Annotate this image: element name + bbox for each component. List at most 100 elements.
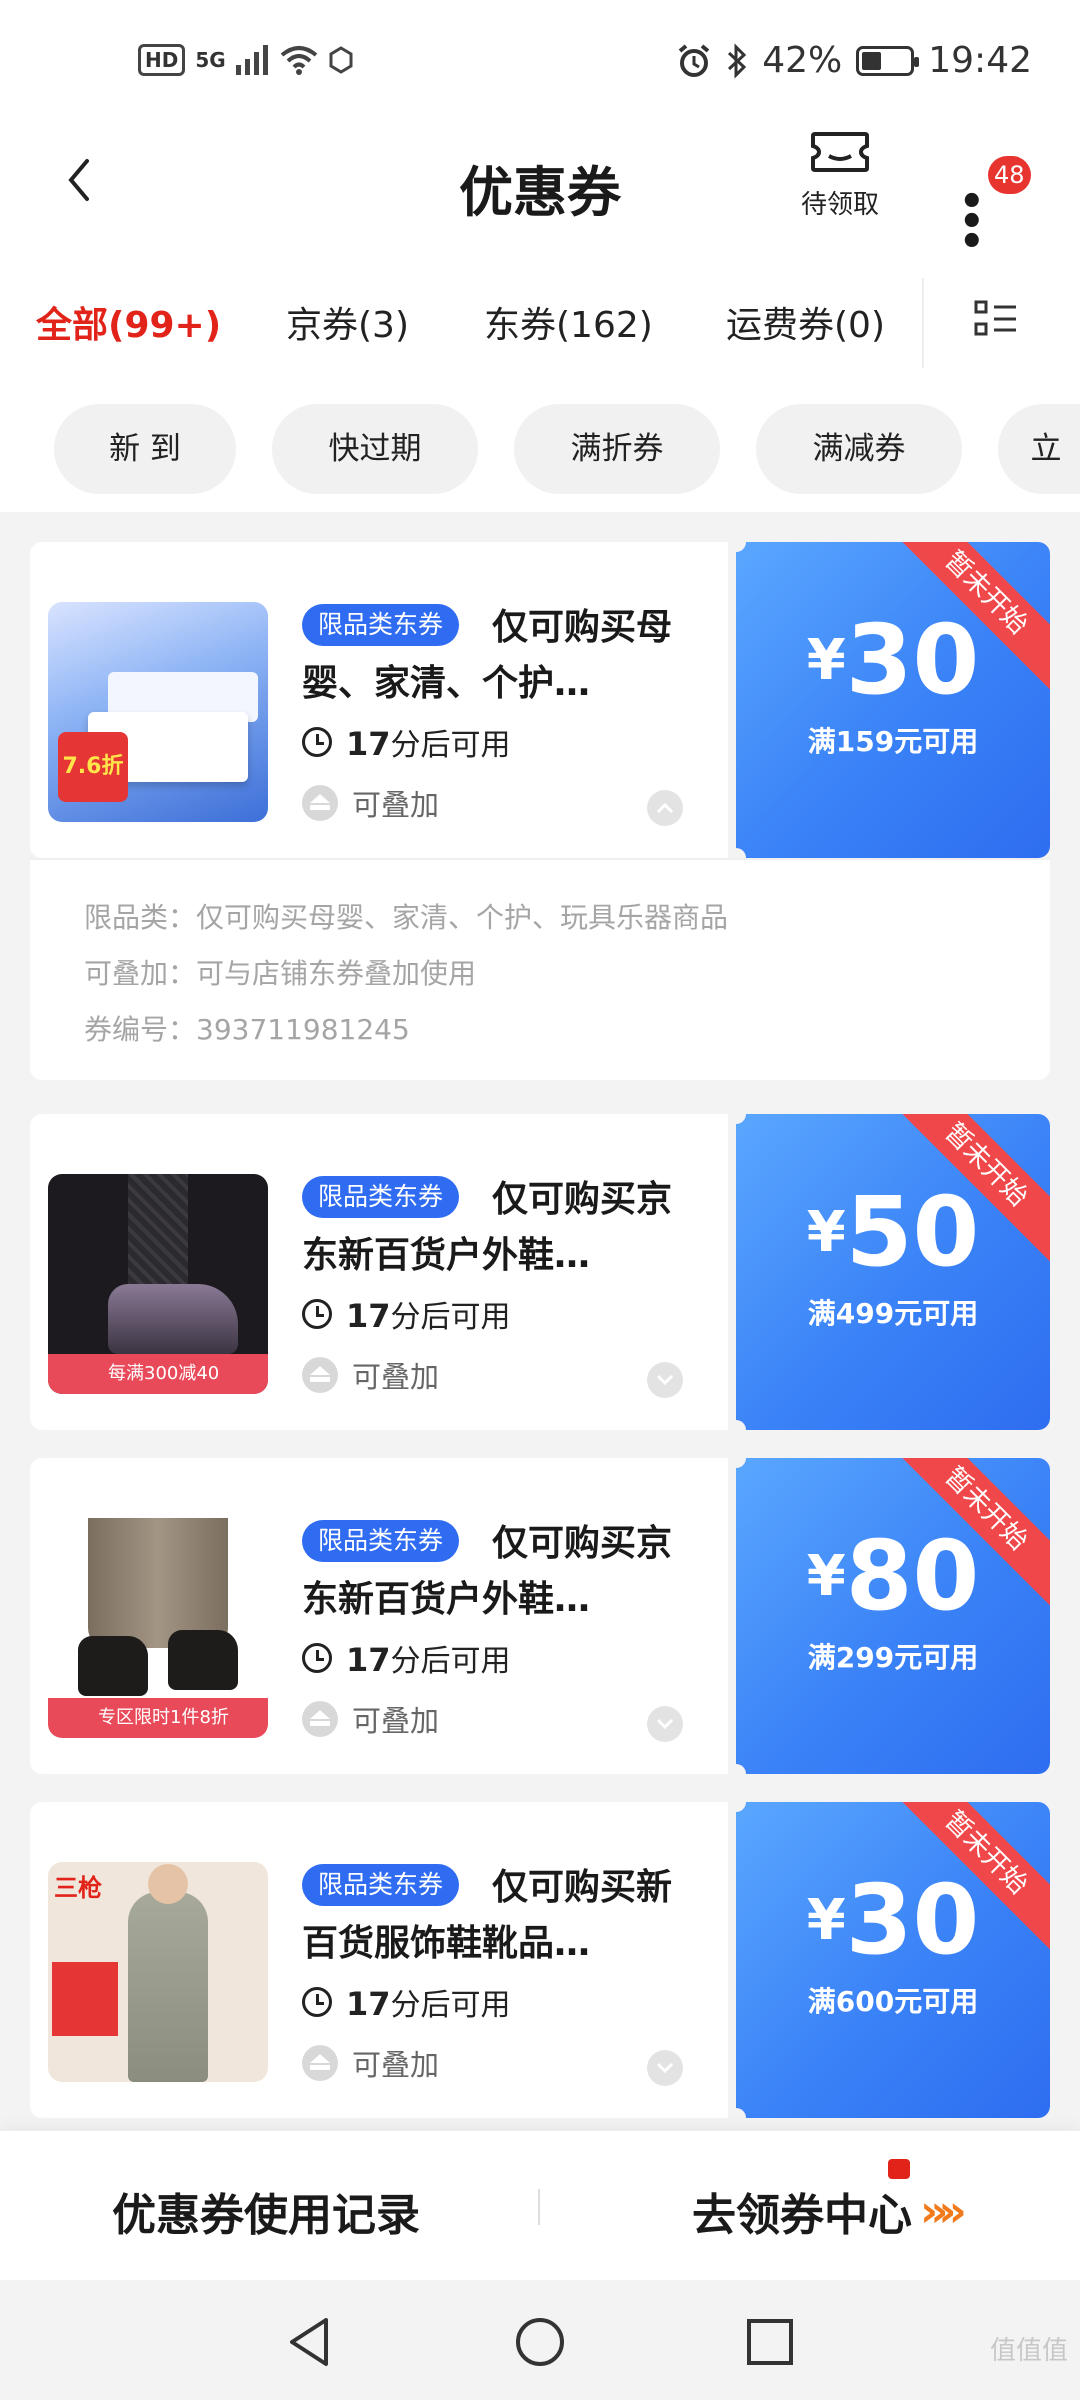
- currency-symbol: ¥: [806, 1200, 846, 1265]
- nav-header: 优惠券 待领取 • • • 48: [0, 120, 1080, 262]
- coupon-card[interactable]: 三枪 仅可购买新百货服饰鞋靴品… 限品类东券 17分后可用 可叠加 暂未开始 ¥…: [30, 1802, 1050, 2118]
- expand-button[interactable]: [647, 1706, 683, 1742]
- coupon-info: 专区限时1件8折 仅可购买京东新百货户外鞋… 限品类东券 17分后可用 可叠加: [30, 1458, 728, 1774]
- stackable-label: 可叠加: [352, 1704, 440, 1738]
- bluetooth-icon: [728, 42, 747, 79]
- product-thumbnail: 每满300减40: [48, 1174, 268, 1394]
- tab-shipping-coupon[interactable]: 运费券(0): [726, 296, 885, 348]
- chip-reduction[interactable]: 满减券: [756, 404, 962, 494]
- bottom-divider: [538, 2189, 540, 2225]
- time-suffix: 分后可用: [390, 1644, 511, 1679]
- clock-icon: [302, 1643, 332, 1673]
- stack-icon: [302, 1701, 338, 1737]
- clock-icon: [302, 727, 332, 757]
- expand-button[interactable]: [647, 1362, 683, 1398]
- chip-new[interactable]: 新 到: [54, 404, 236, 494]
- tab-divider: [922, 278, 924, 368]
- nav-back-icon[interactable]: [282, 2314, 338, 2370]
- usage-history-button[interactable]: 优惠券使用记录: [112, 2179, 420, 2243]
- thumb-promo-label: 专区限时1件8折: [98, 1707, 229, 1728]
- coupon-tabs: 全部(99+) 京券(3) 东券(162) 运费券(0): [0, 250, 1080, 390]
- coupon-condition: 满600元可用: [807, 1985, 979, 2018]
- coupon-amount: ¥30: [736, 1864, 1050, 1976]
- stackable-info: 可叠加: [302, 782, 439, 824]
- time-number: 17: [346, 1985, 391, 2023]
- detail-stackable: 可叠加：可与店铺东券叠加使用: [84, 957, 477, 990]
- battery-fill: [862, 51, 882, 70]
- coupon-center-button[interactable]: 去领券中心 »»: [692, 2179, 967, 2243]
- chevron-down-icon: [656, 1718, 674, 1730]
- detail-coupon-id: 券编号：393711981245: [84, 1013, 410, 1046]
- coupon-value[interactable]: 暂未开始 ¥30 满159元可用: [736, 542, 1050, 858]
- ticket-icon: [811, 132, 869, 172]
- status-right: 42% 19:42: [676, 40, 1032, 81]
- coupon-main: 7.6折 仅可购买母婴、家清、个护… 限品类东券 17分后可用 可叠加 暂未开始…: [30, 542, 1050, 858]
- time-suffix: 分后可用: [390, 1300, 511, 1335]
- coupon-value[interactable]: 暂未开始 ¥80 满299元可用: [736, 1458, 1050, 1774]
- product-model-head: [148, 1864, 188, 1904]
- product-boot: [108, 1284, 238, 1354]
- collapse-button[interactable]: [647, 790, 683, 826]
- currency-symbol: ¥: [806, 628, 846, 693]
- stackable-label: 可叠加: [352, 2048, 440, 2082]
- stackable-label: 可叠加: [352, 788, 440, 822]
- coupon-condition: 满499元可用: [807, 1297, 979, 1330]
- pending-coupons-button[interactable]: 待领取: [790, 130, 890, 221]
- coupon-center-label: 去领券中心: [692, 2190, 912, 2241]
- tab-jd-coupon[interactable]: 京券(3): [286, 296, 409, 348]
- coupon-tag: 限品类东券: [302, 1520, 460, 1562]
- coupon-card[interactable]: 每满300减40 仅可购买京东新百货户外鞋… 限品类东券 17分后可用 可叠加: [30, 1114, 1050, 1430]
- product-thumbnail: 7.6折: [48, 602, 268, 822]
- coupon-time: 17分后可用: [302, 1292, 511, 1336]
- coupon-list: 7.6折 仅可购买母婴、家清、个护… 限品类东券 17分后可用 可叠加 暂未开始…: [0, 512, 1080, 2130]
- thumb-brand: 三枪: [54, 1874, 102, 1902]
- clock-icon: [302, 1987, 332, 2017]
- expand-button[interactable]: [647, 2050, 683, 2086]
- time-value: 17分后可用: [346, 720, 511, 764]
- coupon-amount: ¥80: [736, 1520, 1050, 1632]
- coupon-tag: 限品类东券: [302, 604, 460, 646]
- coupon-value[interactable]: 暂未开始 ¥30 满600元可用: [736, 1802, 1050, 2118]
- tab-all[interactable]: 全部(99+): [36, 296, 221, 348]
- amount-value: 50: [845, 1176, 980, 1288]
- stack-icon: [302, 785, 338, 821]
- product-model-body: [128, 1892, 208, 2082]
- coupon-main: 三枪 仅可购买新百货服饰鞋靴品… 限品类东券 17分后可用 可叠加 暂未开始 ¥…: [30, 1802, 1050, 2118]
- coupon-tag: 限品类东券: [302, 1864, 460, 1906]
- time-suffix: 分后可用: [390, 728, 511, 763]
- coupon-card[interactable]: 专区限时1件8折 仅可购买京东新百货户外鞋… 限品类东券 17分后可用 可叠加: [30, 1458, 1050, 1774]
- product-boot: [78, 1636, 148, 1696]
- chip-instant[interactable]: 立: [998, 404, 1080, 494]
- product-boot: [168, 1630, 238, 1690]
- list-view-icon[interactable]: [968, 300, 1028, 340]
- chip-expiring[interactable]: 快过期: [272, 404, 478, 494]
- product-thumbnail: 三枪: [48, 1862, 268, 2082]
- alarm-icon: [678, 43, 710, 77]
- time-number: 17: [346, 725, 391, 763]
- tab-dong-coupon[interactable]: 东券(162): [484, 296, 653, 348]
- network-type: 5G: [195, 48, 226, 72]
- more-menu-button[interactable]: • • • 48: [955, 156, 1031, 262]
- time-suffix: 分后可用: [390, 1988, 511, 2023]
- page-title: 优惠券: [459, 161, 621, 224]
- clock-time: 19:42: [928, 40, 1032, 81]
- coupon-condition: 满159元可用: [807, 725, 979, 758]
- status-left: HD 5G: [138, 44, 354, 76]
- stack-icon: [302, 1357, 338, 1393]
- stackable-info: 可叠加: [302, 2042, 439, 2084]
- filter-chips: 新 到 快过期 满折券 满减券 立: [0, 390, 1080, 512]
- coupon-value[interactable]: 暂未开始 ¥50 满499元可用: [736, 1114, 1050, 1430]
- detail-category: 限品类：仅可购买母婴、家清、个护、玩具乐器商品: [84, 901, 729, 934]
- nav-home-icon[interactable]: [512, 2314, 568, 2370]
- coupon-main: 每满300减40 仅可购买京东新百货户外鞋… 限品类东券 17分后可用 可叠加: [30, 1114, 1050, 1430]
- coupon-card[interactable]: 7.6折 仅可购买母婴、家清、个护… 限品类东券 17分后可用 可叠加 暂未开始…: [30, 542, 1050, 1082]
- nav-recent-icon[interactable]: [742, 2314, 798, 2370]
- double-chevron-icon: »»: [920, 2185, 967, 2237]
- chip-discount[interactable]: 满折券: [514, 404, 720, 494]
- clock-icon: [302, 1299, 332, 1329]
- currency-symbol: ¥: [806, 1544, 846, 1609]
- battery-icon: [856, 45, 920, 76]
- pending-label: 待领取: [800, 190, 879, 220]
- thumb-promo-label: 每满300减40: [108, 1363, 220, 1384]
- more-icon: • • •: [959, 179, 987, 265]
